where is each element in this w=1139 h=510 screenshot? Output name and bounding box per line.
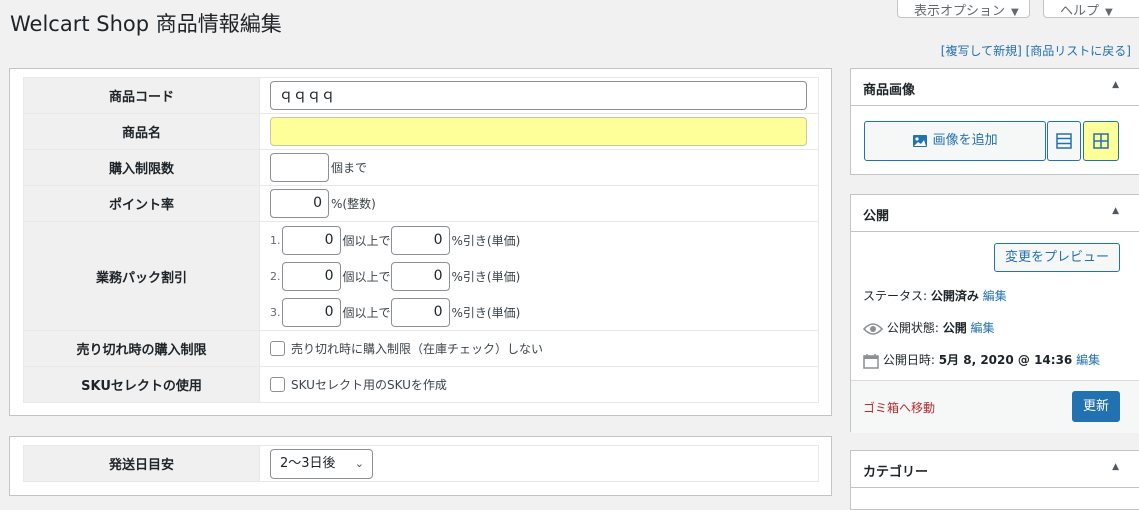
caret-down-icon: ▼ — [1105, 7, 1113, 18]
bulk-index: 2. — [270, 269, 281, 283]
bulk-index: 3. — [270, 305, 281, 319]
table-row: 発送日目安 2〜3日後 ⌄ — [23, 445, 819, 482]
publish-title: 公開 — [863, 209, 890, 224]
item-name-input[interactable] — [270, 117, 807, 146]
bulk-rate-unit: %引き(単価) — [451, 233, 521, 248]
list-view-button[interactable] — [1047, 121, 1081, 161]
edit-visibility-link[interactable]: 編集 — [971, 321, 995, 335]
bulk-qty-unit: 個以上で — [342, 269, 391, 284]
bulk-rate-input[interactable]: 0 — [390, 261, 450, 291]
bulk-rate-unit: %引き(単価) — [451, 269, 521, 284]
table-row: 売り切れ時の購入制限 売り切れ時に購入制限（在庫チェック）しない — [23, 330, 819, 367]
toggle-up-icon[interactable]: ▲ — [1112, 80, 1119, 90]
bulk-qty-unit: 個以上で — [342, 233, 391, 248]
bulk-discount-row: 2. 0 個以上で 0 %引き(単価) — [270, 258, 818, 294]
bulk-qty-unit: 個以上で — [342, 305, 391, 320]
preview-changes-button[interactable]: 変更をプレビュー — [994, 243, 1120, 272]
bulk-discount-label: 業務パック割引 — [23, 221, 260, 331]
table-row: 購入制限数 個まで — [23, 149, 819, 186]
item-code-input[interactable]: ｑｑｑｑ — [270, 81, 807, 110]
update-button[interactable]: 更新 — [1072, 391, 1120, 422]
soldout-limit-checkbox-label: 売り切れ時に購入制限（在庫チェック）しない — [291, 342, 544, 356]
point-rate-unit: %(整数) — [331, 197, 376, 211]
publish-box: 公開 ▲ 変更をプレビュー ステータス: 公開済み 編集 公開状態: 公開 編集… — [850, 194, 1139, 433]
item-code-label: 商品コード — [23, 77, 260, 114]
sku-select-label: SKUセレクトの使用 — [23, 366, 260, 403]
visibility-value: 公開 — [942, 321, 967, 335]
toggle-up-icon[interactable]: ▲ — [1112, 206, 1119, 216]
copy-new-link[interactable]: [複写して新規] — [941, 44, 1022, 58]
publish-header[interactable]: 公開 ▲ — [851, 195, 1139, 232]
screen-options-label: 表示オプション — [914, 4, 1006, 19]
item-name-label: 商品名 — [23, 113, 260, 150]
item-image-title: 商品画像 — [863, 83, 916, 98]
purchase-limit-input[interactable] — [270, 153, 329, 182]
soldout-limit-checkbox[interactable] — [270, 341, 285, 356]
shipping-table: 発送日目安 2〜3日後 ⌄ — [23, 445, 819, 482]
item-image-header[interactable]: 商品画像 ▲ — [851, 69, 1139, 106]
ship-date-select[interactable]: 2〜3日後 ⌄ — [270, 448, 373, 479]
back-to-list-link[interactable]: [商品リストに戻る] — [1026, 44, 1131, 58]
ship-date-label: 発送日目安 — [23, 445, 260, 482]
point-rate-input[interactable]: 0 — [270, 189, 329, 218]
bulk-discount-row: 3. 0 個以上で 0 %引き(単価) — [270, 294, 818, 330]
chevron-down-icon: ⌄ — [354, 456, 364, 470]
screen-options-button[interactable]: 表示オプション ▼ — [897, 0, 1030, 19]
ship-date-value: 2〜3日後 — [280, 455, 336, 471]
sku-select-checkbox-label: SKUセレクト用のSKUを作成 — [291, 378, 447, 392]
table-row: 商品コード ｑｑｑｑ — [23, 77, 819, 114]
publish-actions: ゴミ箱へ移動 更新 — [851, 380, 1139, 433]
table-row: ポイント率 0 %(整数) — [23, 185, 819, 222]
grid-view-button[interactable] — [1083, 121, 1119, 161]
soldout-limit-label: 売り切れ時の購入制限 — [23, 330, 260, 367]
move-to-trash-link[interactable]: ゴミ箱へ移動 — [863, 399, 935, 416]
top-links: [複写して新規] [商品リストに戻る] — [941, 42, 1131, 59]
status-line: ステータス: 公開済み 編集 — [863, 287, 1007, 304]
eye-icon — [863, 322, 883, 335]
date-label: 公開日時: — [882, 353, 935, 367]
category-box: カテゴリー ▲ — [850, 450, 1139, 510]
sku-select-checkbox[interactable] — [270, 377, 285, 392]
add-image-button[interactable]: 画像を追加 — [864, 121, 1046, 161]
item-info-table: 商品コード ｑｑｑｑ 商品名 購入制限数 個まで ポイント率 0 %(整数) 業務… — [23, 77, 819, 403]
date-line: 公開日時: 5月 8, 2020 @ 14:36 編集 — [863, 351, 1100, 369]
toggle-up-icon[interactable]: ▲ — [1112, 462, 1119, 472]
calendar-icon — [863, 353, 879, 369]
help-label: ヘルプ — [1060, 4, 1100, 19]
table-row: 商品名 — [23, 113, 819, 150]
bulk-qty-input[interactable]: 0 — [281, 225, 341, 255]
bulk-discount-row: 1. 0 個以上で 0 %引き(単価) — [270, 222, 818, 258]
date-value: 5月 8, 2020 @ 14:36 — [938, 353, 1073, 367]
bulk-rate-unit: %引き(単価) — [451, 305, 521, 320]
bulk-index: 1. — [270, 233, 281, 247]
edit-status-link[interactable]: 編集 — [983, 289, 1007, 303]
page-title: Welcart Shop 商品情報編集 — [10, 12, 282, 36]
item-image-box: 商品画像 ▲ 画像を追加 — [850, 68, 1139, 175]
visibility-line: 公開状態: 公開 編集 — [863, 319, 995, 336]
image-icon — [913, 134, 928, 147]
grid-icon — [1093, 133, 1109, 149]
bulk-qty-input[interactable]: 0 — [281, 297, 341, 327]
help-button[interactable]: ヘルプ ▼ — [1043, 0, 1139, 19]
visibility-label: 公開状態: — [886, 321, 939, 335]
item-info-box: 商品コード ｑｑｑｑ 商品名 購入制限数 個まで ポイント率 0 %(整数) 業務… — [9, 68, 832, 416]
point-rate-label: ポイント率 — [23, 185, 260, 222]
status-label: ステータス: — [863, 289, 928, 303]
category-title: カテゴリー — [863, 465, 929, 480]
status-value: 公開済み — [930, 289, 979, 303]
category-header[interactable]: カテゴリー ▲ — [851, 451, 1139, 488]
shipping-box: 発送日目安 2〜3日後 ⌄ — [9, 436, 832, 496]
list-icon — [1056, 133, 1072, 149]
add-image-label: 画像を追加 — [932, 133, 998, 148]
purchase-limit-unit: 個まで — [331, 161, 368, 175]
bulk-rate-input[interactable]: 0 — [390, 297, 450, 327]
purchase-limit-label: 購入制限数 — [23, 149, 260, 186]
edit-date-link[interactable]: 編集 — [1076, 353, 1100, 367]
bulk-rate-input[interactable]: 0 — [390, 225, 450, 255]
bulk-qty-input[interactable]: 0 — [281, 261, 341, 291]
caret-down-icon: ▼ — [1011, 7, 1019, 18]
table-row: SKUセレクトの使用 SKUセレクト用のSKUを作成 — [23, 366, 819, 403]
table-row: 業務パック割引 1. 0 個以上で 0 %引き(単価) 2. 0 個以上で 0 … — [23, 221, 819, 331]
